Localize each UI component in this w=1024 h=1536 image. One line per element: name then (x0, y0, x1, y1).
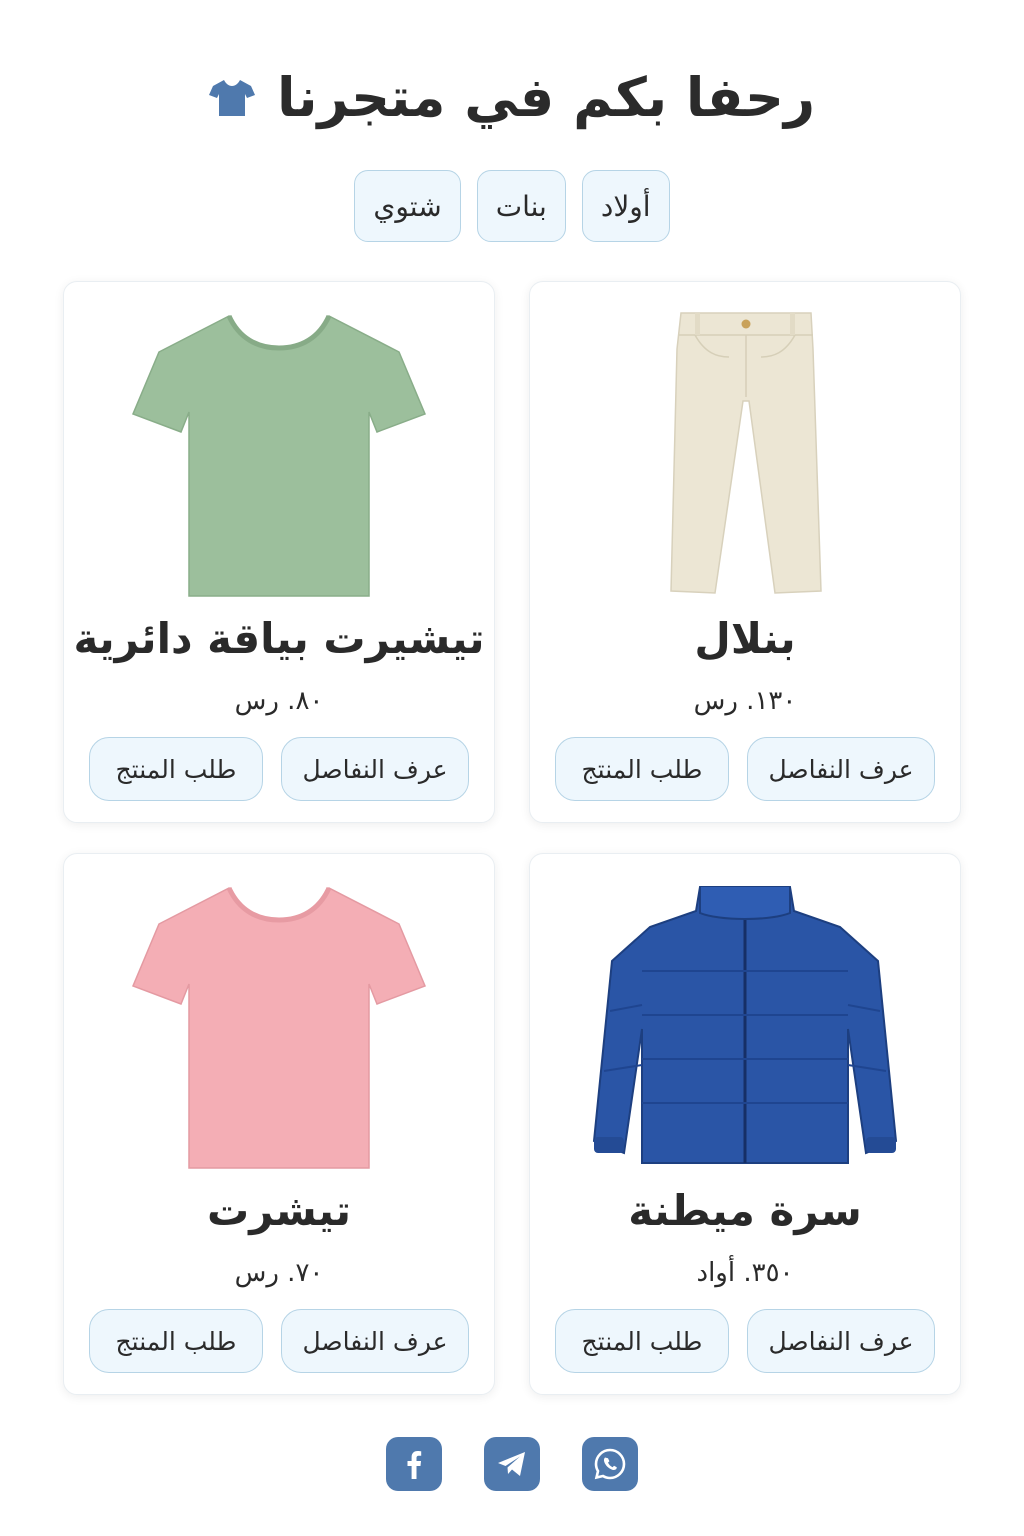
whatsapp-icon[interactable] (582, 1437, 638, 1491)
product-price: ٧٠. رس (234, 1258, 324, 1288)
order-button[interactable]: طلب المنتج (555, 1309, 729, 1373)
header: رحفا بكم في متجرنا (0, 62, 1024, 134)
tshirt-icon (208, 80, 255, 116)
product-name: تيشيرت بياقة دائرية (73, 614, 485, 663)
product-card: تيشرت ٧٠. رس عرف النفاصل طلب المنتج (63, 853, 495, 1395)
social-links (0, 1437, 1024, 1491)
product-name: بنلال (694, 614, 796, 663)
order-button[interactable]: طلب المنتج (89, 1309, 263, 1373)
product-card: سرة ميطنة ٣٥٠. أواد عرف النفاصل طلب المن… (529, 853, 961, 1395)
product-price: ٨٠. رس (234, 686, 324, 716)
facebook-icon[interactable] (386, 1437, 442, 1491)
product-name: تيشرت (207, 1186, 351, 1235)
product-price: ٣٥٠. أواد (696, 1258, 794, 1288)
category-winter-button[interactable]: شتوي (354, 170, 461, 242)
details-button[interactable]: عرف النفاصل (281, 737, 469, 801)
product-image[interactable] (585, 876, 905, 1176)
category-girls-button[interactable]: بنات (476, 170, 566, 242)
blue-puffer-jacket-image (592, 886, 898, 1164)
telegram-icon[interactable] (484, 1437, 540, 1491)
product-image[interactable] (119, 304, 439, 604)
order-button[interactable]: طلب المنتج (89, 737, 263, 801)
product-image[interactable] (585, 304, 905, 604)
pink-tshirt-image (132, 886, 426, 1169)
beige-pants-image (670, 312, 822, 594)
category-boys-button[interactable]: أولاد (581, 170, 670, 242)
details-button[interactable]: عرف النفاصل (281, 1309, 469, 1373)
details-button[interactable]: عرف النفاصل (747, 1309, 935, 1373)
order-button[interactable]: طلب المنتج (555, 737, 729, 801)
product-image[interactable] (119, 876, 439, 1176)
page-title: رحفا بكم في متجرنا (276, 66, 816, 129)
green-tshirt-image (132, 314, 426, 597)
category-filters: أولاد بنات شتوي (0, 170, 1024, 242)
product-name: سرة ميطنة (628, 1186, 862, 1235)
details-button[interactable]: عرف النفاصل (747, 737, 935, 801)
product-card: تيشيرت بياقة دائرية ٨٠. رس عرف النفاصل ط… (63, 281, 495, 823)
product-card: بنلال ١٣٠. رس عرف النفاصل طلب المنتج (529, 281, 961, 823)
product-price: ١٣٠. رس (693, 686, 797, 716)
